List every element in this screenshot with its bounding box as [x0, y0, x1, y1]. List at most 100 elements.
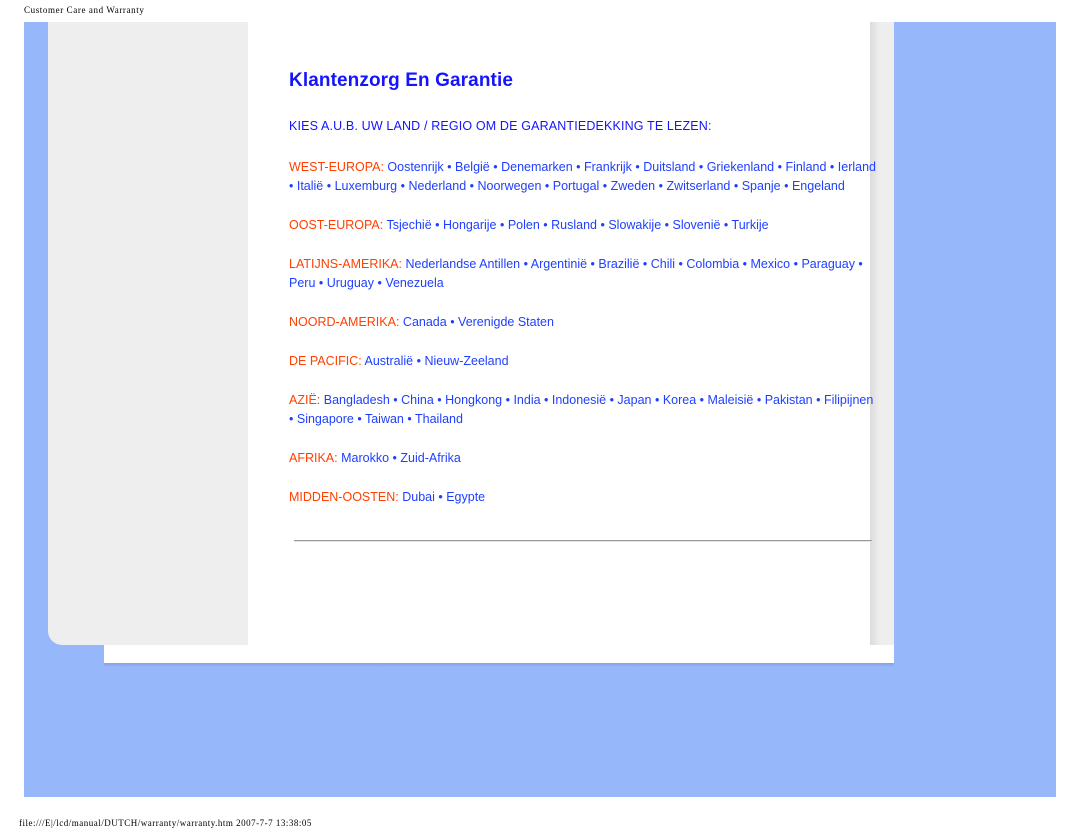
country-link[interactable]: Peru [289, 276, 315, 290]
country-separator: • [403, 412, 415, 426]
country-link[interactable]: Noorwegen [477, 179, 541, 193]
country-separator: • [489, 160, 502, 174]
country-link[interactable]: Taiwan [365, 412, 404, 426]
country-link[interactable]: Indonesië [552, 393, 606, 407]
country-link[interactable]: Rusland [551, 218, 597, 232]
country-link[interactable]: Nieuw-Zeeland [424, 354, 508, 368]
country-link[interactable]: Portugal [553, 179, 600, 193]
country-separator: • [433, 393, 446, 407]
country-link[interactable]: Mexico [751, 257, 791, 271]
country-separator: • [753, 393, 765, 407]
country-separator: • [502, 393, 514, 407]
country-link[interactable]: Zuid-Afrika [400, 451, 460, 465]
country-link[interactable]: Hongkong [445, 393, 502, 407]
page-title: Klantenzorg En Garantie [289, 70, 514, 91]
country-separator: • [539, 218, 552, 232]
country-link[interactable]: China [401, 393, 434, 407]
country-link[interactable]: Brazilië [598, 257, 639, 271]
region-block: MIDDEN-OOSTEN: Dubai • Egypte [289, 488, 879, 507]
country-separator: • [389, 451, 401, 465]
country-link[interactable]: Ierland [838, 160, 876, 174]
country-link[interactable]: België [455, 160, 490, 174]
region-label: AFRIKA: [289, 451, 338, 465]
country-link[interactable]: Slovenië [672, 218, 720, 232]
country-separator: • [541, 179, 553, 193]
country-link[interactable]: Luxemburg [335, 179, 398, 193]
country-link[interactable]: Canada [403, 315, 447, 329]
country-separator: • [466, 179, 478, 193]
print-footer: file:///E|/lcd/manual/DUTCH/warranty/war… [19, 818, 312, 828]
country-link[interactable]: Hongarije [443, 218, 497, 232]
country-separator: • [587, 257, 599, 271]
country-separator: • [655, 179, 667, 193]
country-link[interactable]: Griekenland [707, 160, 774, 174]
country-link[interactable]: Turkije [732, 218, 769, 232]
region-block: DE PACIFIC: Australië • Nieuw-Zeeland [289, 352, 879, 371]
region-block: WEST-EUROPA: Oostenrijk • België • Denem… [289, 158, 879, 196]
country-link[interactable]: Duitsland [643, 160, 695, 174]
country-link[interactable]: Thailand [415, 412, 463, 426]
country-separator: • [774, 160, 786, 174]
country-link[interactable]: Singapore [297, 412, 354, 426]
country-link[interactable]: Zweden [611, 179, 655, 193]
country-link[interactable]: Polen [508, 218, 540, 232]
country-separator: • [790, 257, 802, 271]
country-separator: • [315, 276, 327, 290]
country-link[interactable]: Egypte [446, 490, 485, 504]
country-separator: • [389, 393, 402, 407]
region-label: MIDDEN-OOSTEN: [289, 490, 399, 504]
country-link[interactable]: Slowakije [608, 218, 661, 232]
country-separator: • [720, 218, 732, 232]
region-label: LATIJNS-AMERIKA: [289, 257, 402, 271]
country-link[interactable]: Nederland [408, 179, 466, 193]
country-link[interactable]: Zwitserland [666, 179, 730, 193]
country-separator: • [446, 315, 459, 329]
page-canvas: Klantenzorg En Garantie KIES A.U.B. UW L… [24, 22, 1056, 797]
country-link[interactable]: Filipijnen [824, 393, 873, 407]
country-link[interactable]: Paraguay [801, 257, 855, 271]
country-separator: • [606, 393, 618, 407]
country-separator: • [353, 412, 365, 426]
country-link[interactable]: Dubai [402, 490, 435, 504]
page-subtitle: KIES A.U.B. UW LAND / REGIO OM DE GARANT… [289, 119, 712, 133]
country-link[interactable]: Bangladesh [324, 393, 390, 407]
warranty-document: Klantenzorg En Garantie KIES A.U.B. UW L… [289, 70, 879, 527]
country-link[interactable]: Pakistan [765, 393, 813, 407]
region-block: AZIË: Bangladesh • China • Hongkong • In… [289, 391, 879, 429]
country-link[interactable]: Tsjechië [386, 218, 431, 232]
country-link[interactable]: Korea [663, 393, 696, 407]
country-link[interactable]: Maleisië [708, 393, 754, 407]
country-separator: • [413, 354, 425, 368]
country-link[interactable]: Australië [365, 354, 414, 368]
country-link[interactable]: India [513, 393, 540, 407]
country-separator: • [496, 218, 508, 232]
country-link[interactable]: Oostenrijk [387, 160, 443, 174]
country-link[interactable]: Chili [651, 257, 675, 271]
country-link[interactable]: Engeland [792, 179, 845, 193]
region-label: NOORD-AMERIKA: [289, 315, 400, 329]
country-separator: • [639, 257, 651, 271]
country-link[interactable]: Denemarken [501, 160, 573, 174]
page-bottom-shadow [104, 663, 894, 667]
country-link[interactable]: Argentinië [531, 257, 587, 271]
country-link[interactable]: Italië [297, 179, 323, 193]
region-block: NOORD-AMERIKA: Canada • Verenigde Staten [289, 313, 879, 332]
country-separator: • [695, 160, 707, 174]
country-link[interactable]: Finland [785, 160, 826, 174]
country-link[interactable]: Colombia [686, 257, 739, 271]
country-link[interactable]: Marokko [341, 451, 389, 465]
region-block: AFRIKA: Marokko • Zuid-Afrika [289, 449, 879, 468]
region-label: WEST-EUROPA: [289, 160, 384, 174]
country-link[interactable]: Verenigde Staten [458, 315, 554, 329]
country-separator: • [730, 179, 742, 193]
country-link[interactable]: Venezuela [385, 276, 443, 290]
country-link[interactable]: Uruguay [327, 276, 374, 290]
region-label: DE PACIFIC: [289, 354, 362, 368]
country-link[interactable]: Spanje [742, 179, 781, 193]
country-link[interactable]: Frankrijk [584, 160, 632, 174]
country-separator: • [443, 160, 456, 174]
content-divider [294, 540, 872, 542]
country-link[interactable]: Nederlandse Antillen [405, 257, 520, 271]
country-separator: • [434, 490, 447, 504]
country-link[interactable]: Japan [617, 393, 651, 407]
